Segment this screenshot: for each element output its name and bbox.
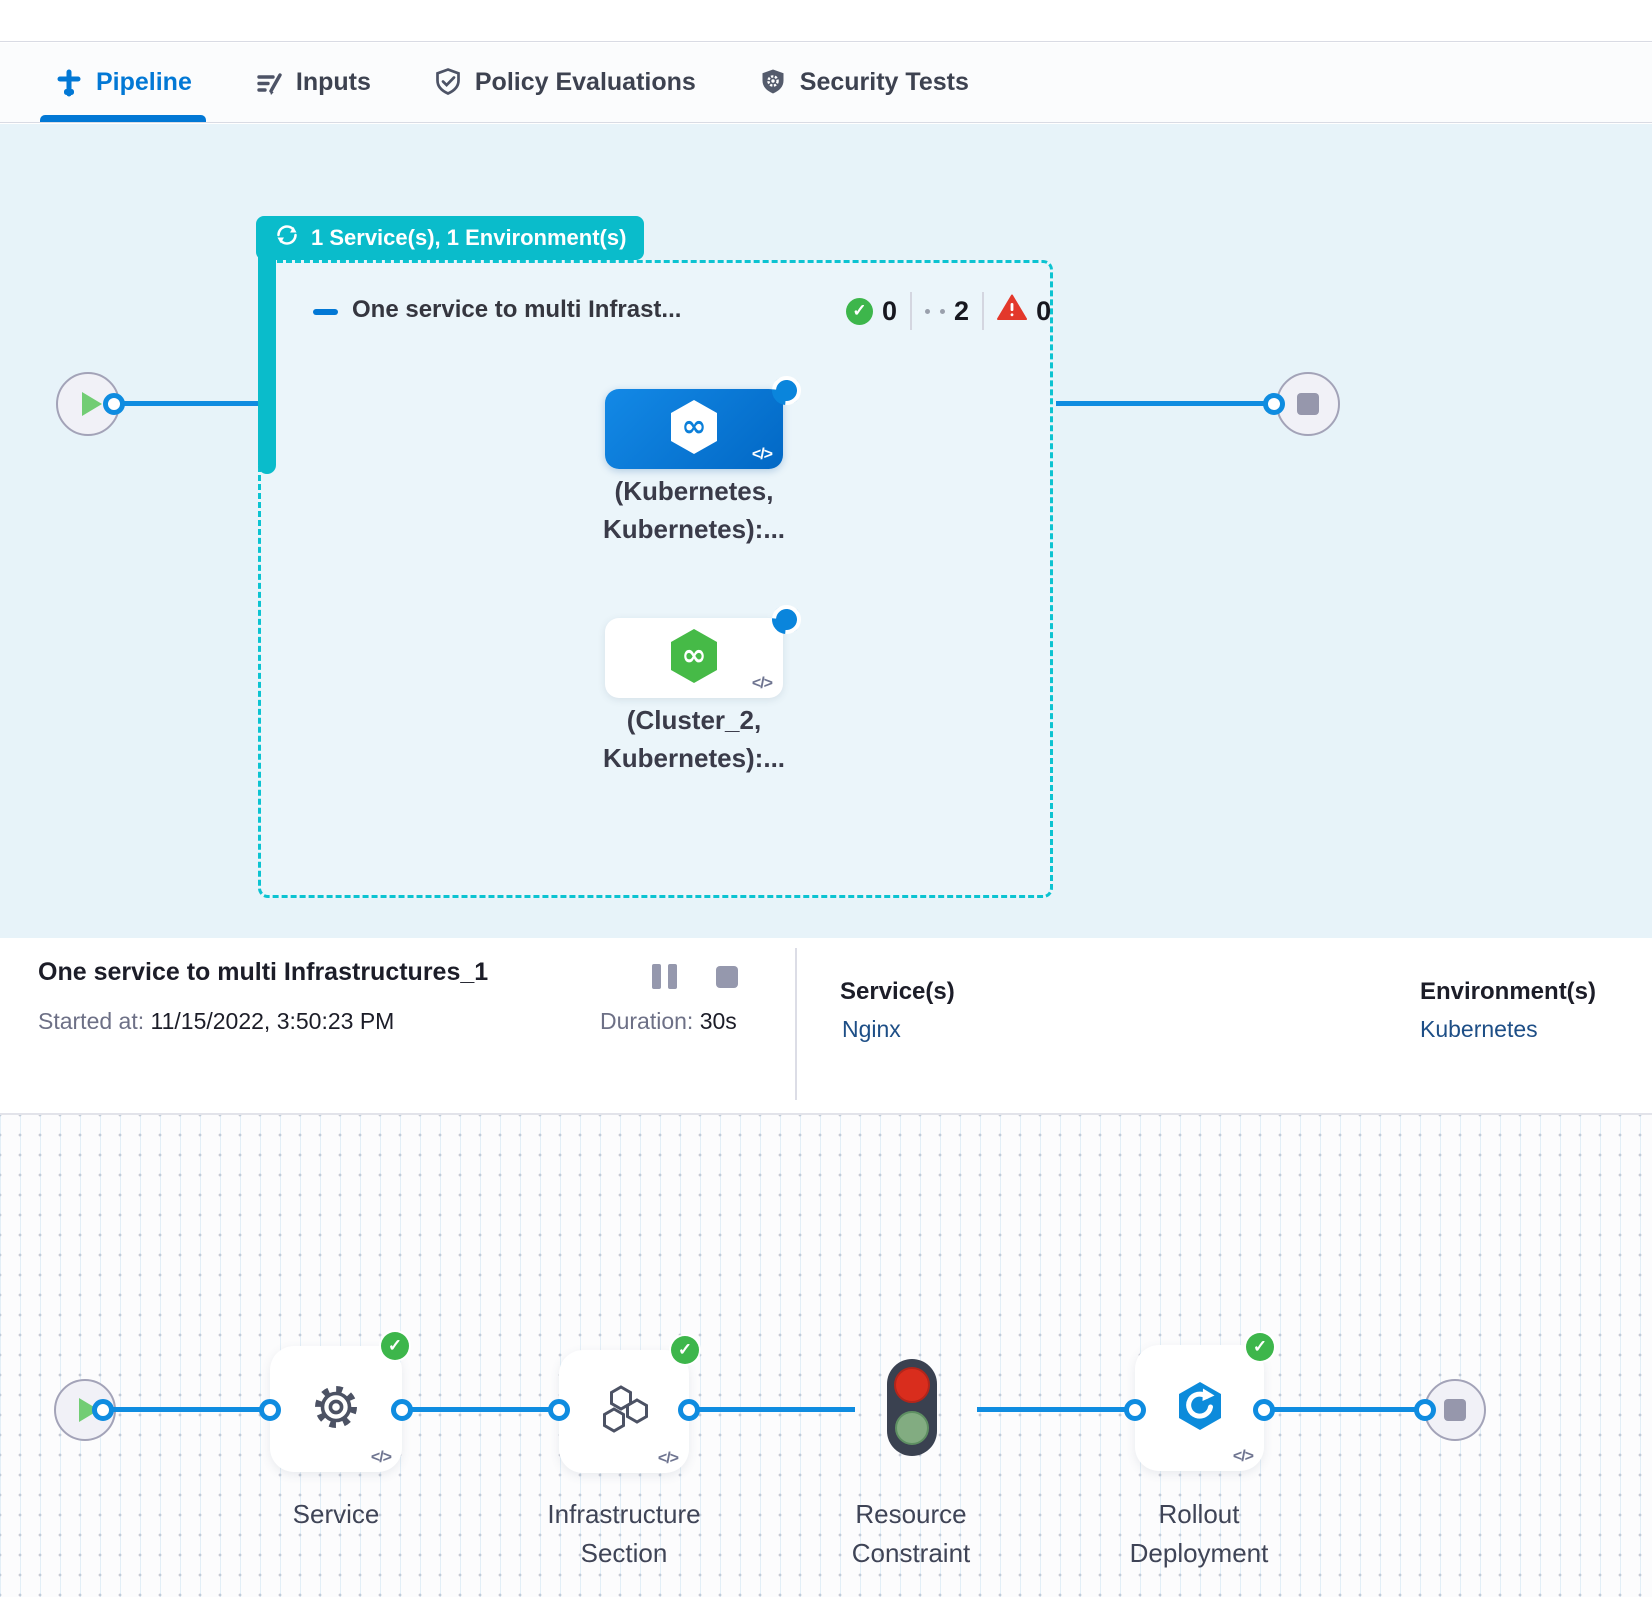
code-icon: </> (371, 1449, 391, 1467)
tab-pipeline[interactable]: Pipeline (40, 43, 206, 122)
red-light (894, 1367, 930, 1403)
connector-dot (103, 393, 125, 415)
tab-inputs[interactable]: Inputs (240, 43, 385, 122)
environments-link[interactable]: Kubernetes (1420, 1016, 1538, 1043)
matrix-node-cluster-2[interactable]: ∞ </> (605, 618, 783, 698)
collapse-minus-icon[interactable] (313, 309, 338, 315)
success-count-value: 0 (882, 296, 897, 327)
environments-label: Environment(s) (1420, 978, 1596, 1006)
failed-count: 0 (997, 294, 1051, 328)
step-edge (103, 1407, 855, 1412)
matrix-stage-container (258, 260, 1053, 898)
edge-stage-to-end (1056, 401, 1264, 406)
tab-label: Policy Evaluations (475, 68, 696, 97)
tab-security-tests[interactable]: Security Tests (744, 43, 983, 122)
success-badge-icon: ✓ (1246, 1333, 1274, 1361)
stop-icon (1444, 1399, 1466, 1421)
running-count: 2 (925, 296, 969, 327)
harness-service-icon: ∞ (665, 396, 723, 463)
execution-title: One service to multi Infrastructures_1 (38, 958, 488, 987)
pause-button[interactable] (652, 964, 677, 989)
abort-button[interactable] (716, 966, 738, 988)
divider (982, 292, 984, 330)
edge-start-to-stage (120, 401, 260, 406)
play-icon (82, 392, 102, 416)
connector-dot (391, 1399, 413, 1421)
traffic-light-icon[interactable] (887, 1359, 937, 1456)
stage-steps-canvas: </> ✓ Service </> ✓ InfrastructureSectio… (0, 1114, 1652, 1604)
success-badge-icon: ✓ (671, 1336, 699, 1364)
stage-badge-tail (258, 244, 276, 474)
step-label-resource-constraint: ResourceConstraint (791, 1495, 1031, 1573)
svg-text:∞: ∞ (682, 409, 707, 444)
tab-bar: Pipeline Inputs Policy Evaluations Secur… (0, 43, 1652, 123)
pipeline-icon (54, 68, 84, 98)
started-at: Started at: 11/15/2022, 3:50:23 PM (38, 1008, 394, 1035)
step-label-infrastructure: InfrastructureSection (504, 1495, 744, 1573)
execution-summary-bar: One service to multi Infrastructures_1 S… (0, 938, 1652, 1114)
code-icon: </> (1233, 1448, 1253, 1466)
step-rollout-deployment[interactable]: </> (1135, 1345, 1264, 1471)
pipeline-execution-page: Pipeline Inputs Policy Evaluations Secur… (0, 0, 1652, 1604)
matrix-node-kubernetes[interactable]: ∞ </> (605, 389, 783, 469)
stop-icon (1297, 393, 1319, 415)
shield-gear-icon (758, 67, 788, 99)
running-dots-icon (925, 309, 945, 314)
duration-label: Duration: (600, 1008, 693, 1034)
success-badge-icon: ✓ (381, 1332, 409, 1360)
duration: Duration: 30s (600, 1008, 737, 1035)
shield-check-icon (433, 67, 463, 99)
running-count-value: 2 (954, 296, 969, 327)
stage-status-row: ✓ 0 2 0 (846, 292, 1051, 330)
tab-policy-evaluations[interactable]: Policy Evaluations (419, 43, 710, 122)
code-icon: </> (658, 1450, 678, 1468)
success-icon: ✓ (846, 298, 873, 325)
green-light (895, 1411, 929, 1445)
connector-dot (1263, 393, 1285, 415)
gear-icon (309, 1380, 363, 1439)
started-at-value: 11/15/2022, 3:50:23 PM (151, 1008, 395, 1034)
top-strip (0, 0, 1652, 42)
started-at-label: Started at: (38, 1008, 144, 1034)
connector-dot (1253, 1399, 1275, 1421)
execution-graph: 1 Service(s), 1 Environment(s) One servi… (0, 124, 1652, 938)
tab-label: Security Tests (800, 68, 969, 97)
warning-triangle-icon (997, 294, 1027, 328)
rollout-icon (1172, 1380, 1228, 1437)
bottom-strip (0, 1597, 1652, 1604)
stage-badge-label: 1 Service(s), 1 Environment(s) (311, 225, 626, 251)
failed-count-value: 0 (1036, 296, 1051, 327)
code-icon: </> (752, 446, 772, 464)
step-label-rollout: RolloutDeployment (1079, 1495, 1319, 1573)
node-label: (Cluster_2, Kubernetes):... (554, 701, 834, 777)
tab-label: Pipeline (96, 68, 192, 97)
svg-text:∞: ∞ (682, 638, 707, 673)
divider (795, 948, 797, 1100)
loop-icon (274, 222, 300, 254)
step-service[interactable]: </> (270, 1346, 402, 1472)
step-label-service: Service (236, 1495, 436, 1534)
step-infrastructure-section[interactable]: </> (559, 1350, 689, 1473)
connector-dot (1124, 1399, 1146, 1421)
hexagons-icon (596, 1383, 652, 1440)
divider (910, 292, 912, 330)
harness-service-icon: ∞ (665, 625, 723, 692)
code-icon: </> (752, 675, 772, 693)
tab-label: Inputs (296, 68, 371, 97)
connector-dot (259, 1399, 281, 1421)
connector-dot (678, 1399, 700, 1421)
inputs-icon (254, 68, 284, 98)
stage-group-title: One service to multi Infrast... (352, 296, 681, 324)
end-node (1276, 372, 1340, 436)
connector-dot (548, 1399, 570, 1421)
services-label: Service(s) (840, 978, 955, 1006)
connector-dot (92, 1399, 114, 1421)
connector-dot (1414, 1399, 1436, 1421)
node-label: (Kubernetes, Kubernetes):... (554, 472, 834, 548)
services-link[interactable]: Nginx (842, 1016, 901, 1043)
stage-badge: 1 Service(s), 1 Environment(s) (256, 216, 644, 260)
duration-value: 30s (700, 1008, 737, 1034)
success-count: ✓ 0 (846, 296, 897, 327)
